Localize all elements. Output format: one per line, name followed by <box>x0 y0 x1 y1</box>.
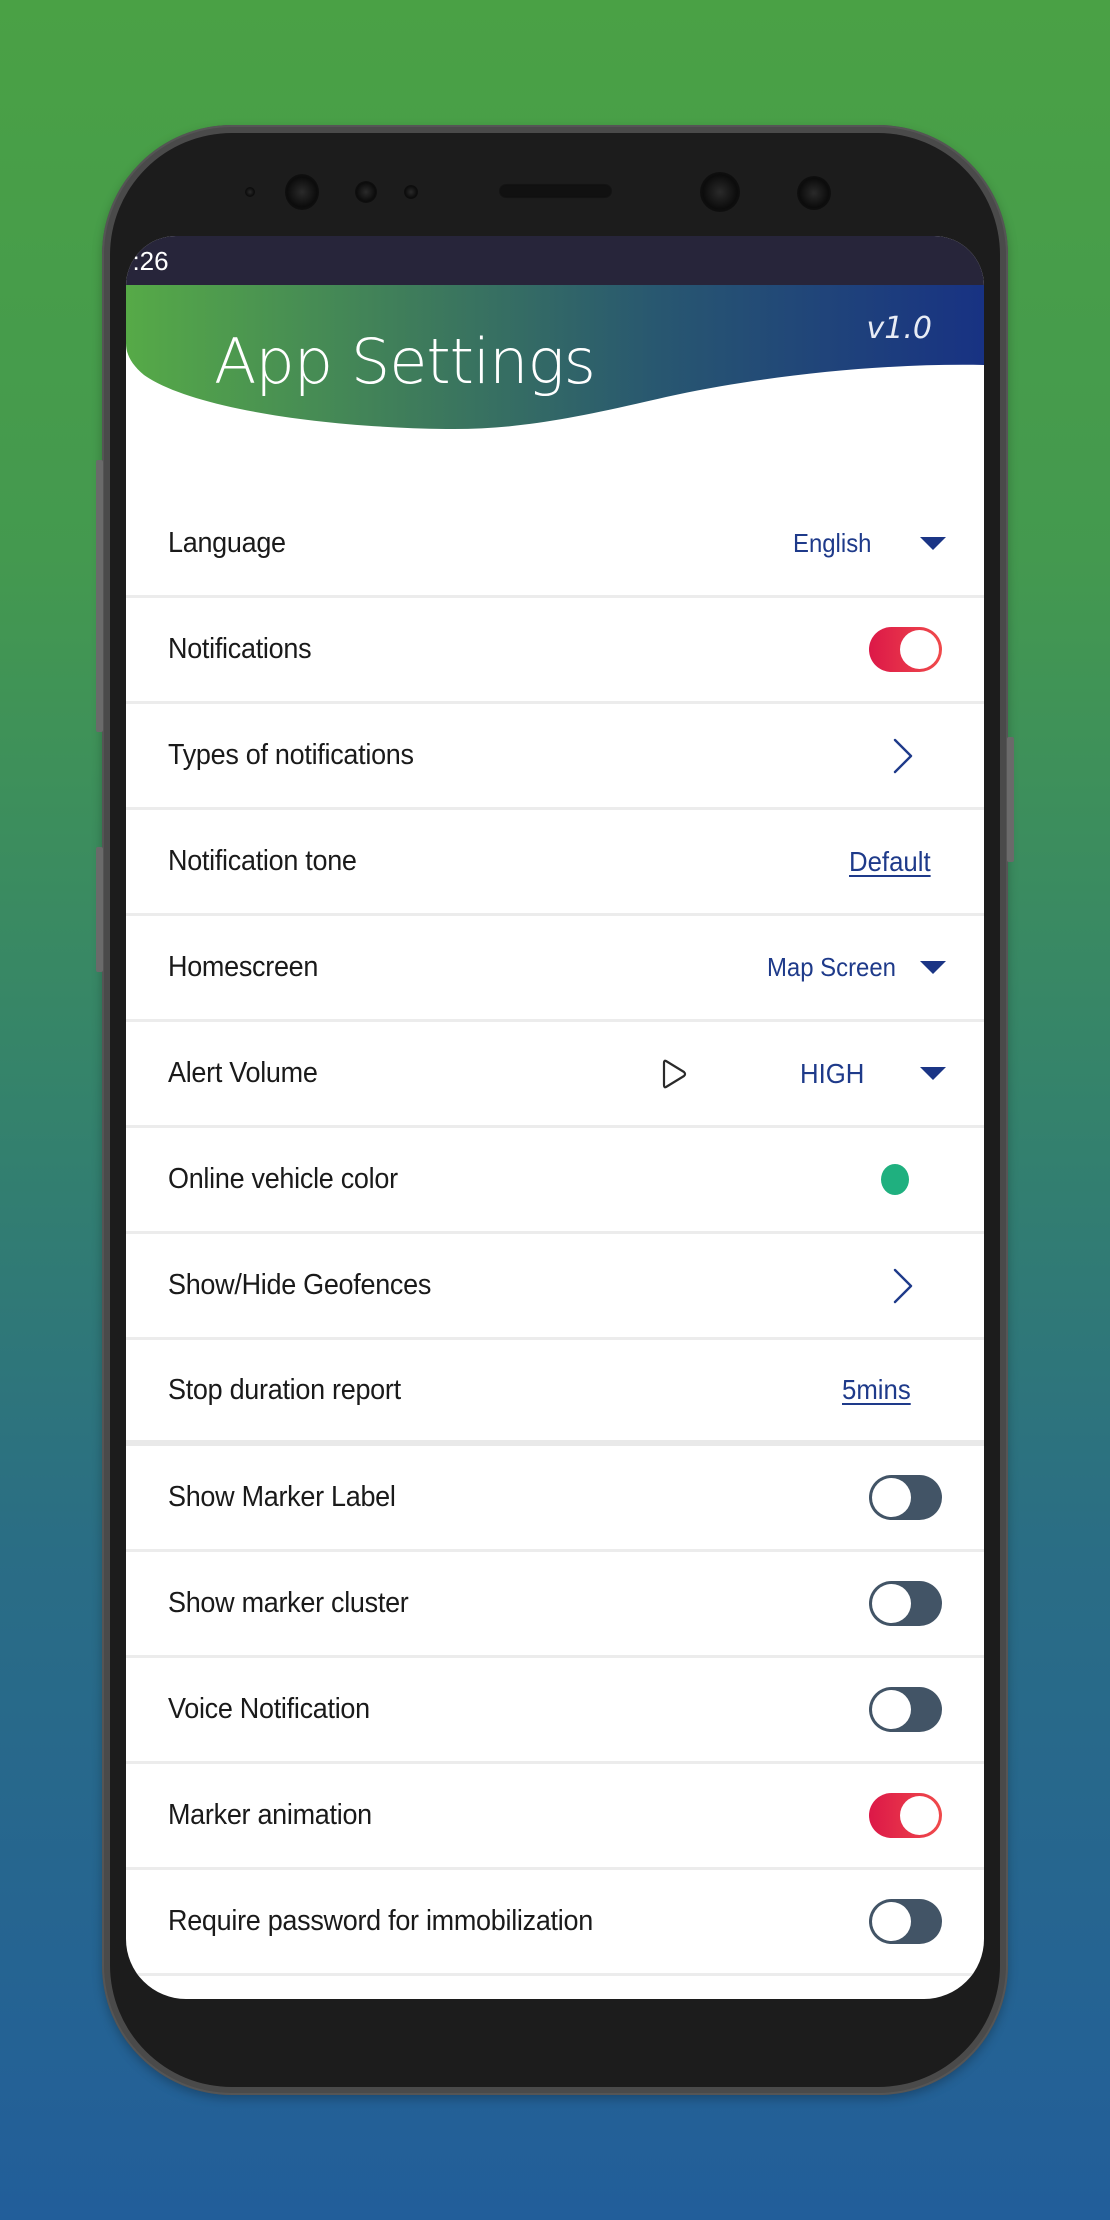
setting-notification-tone: Notification tone Default <box>126 810 984 916</box>
notification-tone-link[interactable]: Default <box>849 846 931 878</box>
chevron-right-icon[interactable] <box>892 738 914 774</box>
settings-list: Language English Notifications Types of … <box>126 492 984 1976</box>
setting-label: Show marker cluster <box>168 1587 409 1619</box>
caret-down-icon <box>920 1067 946 1080</box>
app-screen: 7:26 App Settings v1.0 Language English <box>126 236 984 1999</box>
alert-volume-dropdown[interactable]: HIGH <box>726 1022 984 1125</box>
setting-stop-duration-report: Stop duration report 5mins <box>126 1340 984 1446</box>
sensor-icon <box>245 187 255 197</box>
toggle-knob <box>872 1478 911 1517</box>
status-bar: 7:26 <box>126 236 984 286</box>
notifications-toggle[interactable] <box>869 627 942 672</box>
toggle-knob <box>872 1584 911 1623</box>
iris-sensor-icon <box>355 181 377 203</box>
setting-types-of-notifications[interactable]: Types of notifications <box>126 704 984 810</box>
setting-show-hide-geofences[interactable]: Show/Hide Geofences <box>126 1234 984 1340</box>
toggle-knob <box>900 630 939 669</box>
setting-label: Show/Hide Geofences <box>168 1269 432 1301</box>
setting-label: Alert Volume <box>168 1057 318 1089</box>
setting-label: Stop duration report <box>168 1373 401 1406</box>
setting-label: Notification tone <box>168 845 357 877</box>
setting-label: Show Marker Label <box>168 1481 396 1513</box>
dropdown-value: English <box>793 528 872 558</box>
setting-marker-animation: Marker animation <box>126 1764 984 1870</box>
dropdown-value: Map Screen <box>767 952 896 982</box>
play-icon[interactable] <box>662 1058 688 1090</box>
setting-online-vehicle-color[interactable]: Online vehicle color <box>126 1128 984 1234</box>
power-button <box>1007 737 1014 862</box>
marker-animation-toggle[interactable] <box>869 1793 942 1838</box>
show-marker-cluster-toggle[interactable] <box>869 1581 942 1626</box>
setting-notifications: Notifications <box>126 598 984 704</box>
toggle-knob <box>872 1690 911 1729</box>
setting-voice-notification: Voice Notification <box>126 1658 984 1764</box>
bixby-button <box>96 847 103 972</box>
camera-icon <box>797 176 831 210</box>
setting-show-marker-cluster: Show marker cluster <box>126 1552 984 1658</box>
show-marker-label-toggle[interactable] <box>869 1475 942 1520</box>
setting-label: Notifications <box>168 633 312 665</box>
voice-notification-toggle[interactable] <box>869 1687 942 1732</box>
setting-alert-volume: Alert Volume HIGH <box>126 1022 984 1128</box>
toggle-knob <box>900 1796 939 1835</box>
setting-language[interactable]: Language English <box>126 492 984 598</box>
earpiece-speaker <box>498 183 613 199</box>
stop-duration-link[interactable]: 5mins <box>842 1374 911 1406</box>
caret-down-icon <box>920 537 946 550</box>
setting-label: Require password for immobilization <box>168 1905 593 1937</box>
setting-label: Marker animation <box>168 1799 372 1831</box>
language-dropdown[interactable]: English <box>126 492 984 595</box>
dropdown-value: HIGH <box>800 1057 865 1089</box>
caret-down-icon <box>920 961 946 974</box>
setting-homescreen[interactable]: Homescreen Map Screen <box>126 916 984 1022</box>
page-title: App Settings <box>214 325 596 398</box>
volume-button <box>96 460 103 732</box>
require-password-toggle[interactable] <box>869 1899 942 1944</box>
setting-label: Voice Notification <box>168 1693 370 1725</box>
homescreen-dropdown[interactable]: Map Screen <box>126 916 984 1019</box>
proximity-sensor-icon <box>404 185 418 199</box>
toggle-knob <box>872 1902 911 1941</box>
version-label: v1.0 <box>866 311 932 346</box>
setting-label: Online vehicle color <box>168 1163 398 1195</box>
camera-icon <box>700 172 740 212</box>
setting-require-password-immobilization: Require password for immobilization <box>126 1870 984 1976</box>
chevron-right-icon[interactable] <box>892 1268 914 1304</box>
front-camera-icon <box>285 174 319 210</box>
setting-label: Types of notifications <box>168 739 414 771</box>
color-swatch[interactable] <box>881 1164 909 1195</box>
setting-show-marker-label: Show Marker Label <box>126 1446 984 1552</box>
app-header: App Settings v1.0 <box>126 285 984 435</box>
status-time: 7:26 <box>126 246 169 276</box>
